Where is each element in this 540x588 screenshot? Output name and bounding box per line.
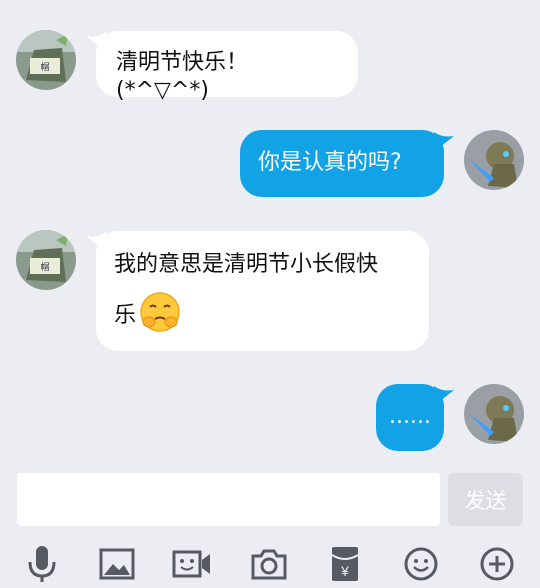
red-packet-icon[interactable]: ¥ <box>325 544 365 584</box>
message-text-line1: 我的意思是清明节小长假快 <box>114 252 379 277</box>
plus-icon[interactable] <box>477 544 517 584</box>
avatar-friend[interactable]: 帽 <box>16 30 76 90</box>
message-bubble-incoming[interactable]: 我的意思是清明节小长假快 乐 <box>96 231 429 351</box>
microphone-icon[interactable] <box>22 544 62 584</box>
worried-face-emoji <box>138 290 182 342</box>
camera-icon[interactable] <box>249 544 289 584</box>
message-text: 清明节快乐！ (*^▽^*) <box>116 50 249 103</box>
svg-text:帽: 帽 <box>40 61 49 72</box>
avatar-friend[interactable]: 帽 <box>16 230 76 290</box>
bubble-tail <box>434 386 454 406</box>
message-bubble-outgoing[interactable]: 你是认真的吗? <box>240 130 444 197</box>
message-input[interactable] <box>17 473 440 526</box>
message-text-line2: 乐 <box>114 303 137 328</box>
svg-text:¥: ¥ <box>340 563 349 579</box>
bubble-tail <box>434 132 454 152</box>
message-bubble-incoming[interactable]: 清明节快乐！ (*^▽^*) <box>96 31 358 103</box>
svg-text:帽: 帽 <box>40 261 49 272</box>
avatar-self[interactable] <box>464 384 524 444</box>
video-icon[interactable] <box>172 544 212 584</box>
message-text: ...... <box>389 404 431 429</box>
image-icon[interactable] <box>97 544 137 584</box>
avatar-self[interactable] <box>464 130 524 190</box>
send-button[interactable]: 发送 <box>448 473 523 526</box>
message-text: 你是认真的吗? <box>258 150 402 175</box>
emoji-icon[interactable] <box>401 544 441 584</box>
